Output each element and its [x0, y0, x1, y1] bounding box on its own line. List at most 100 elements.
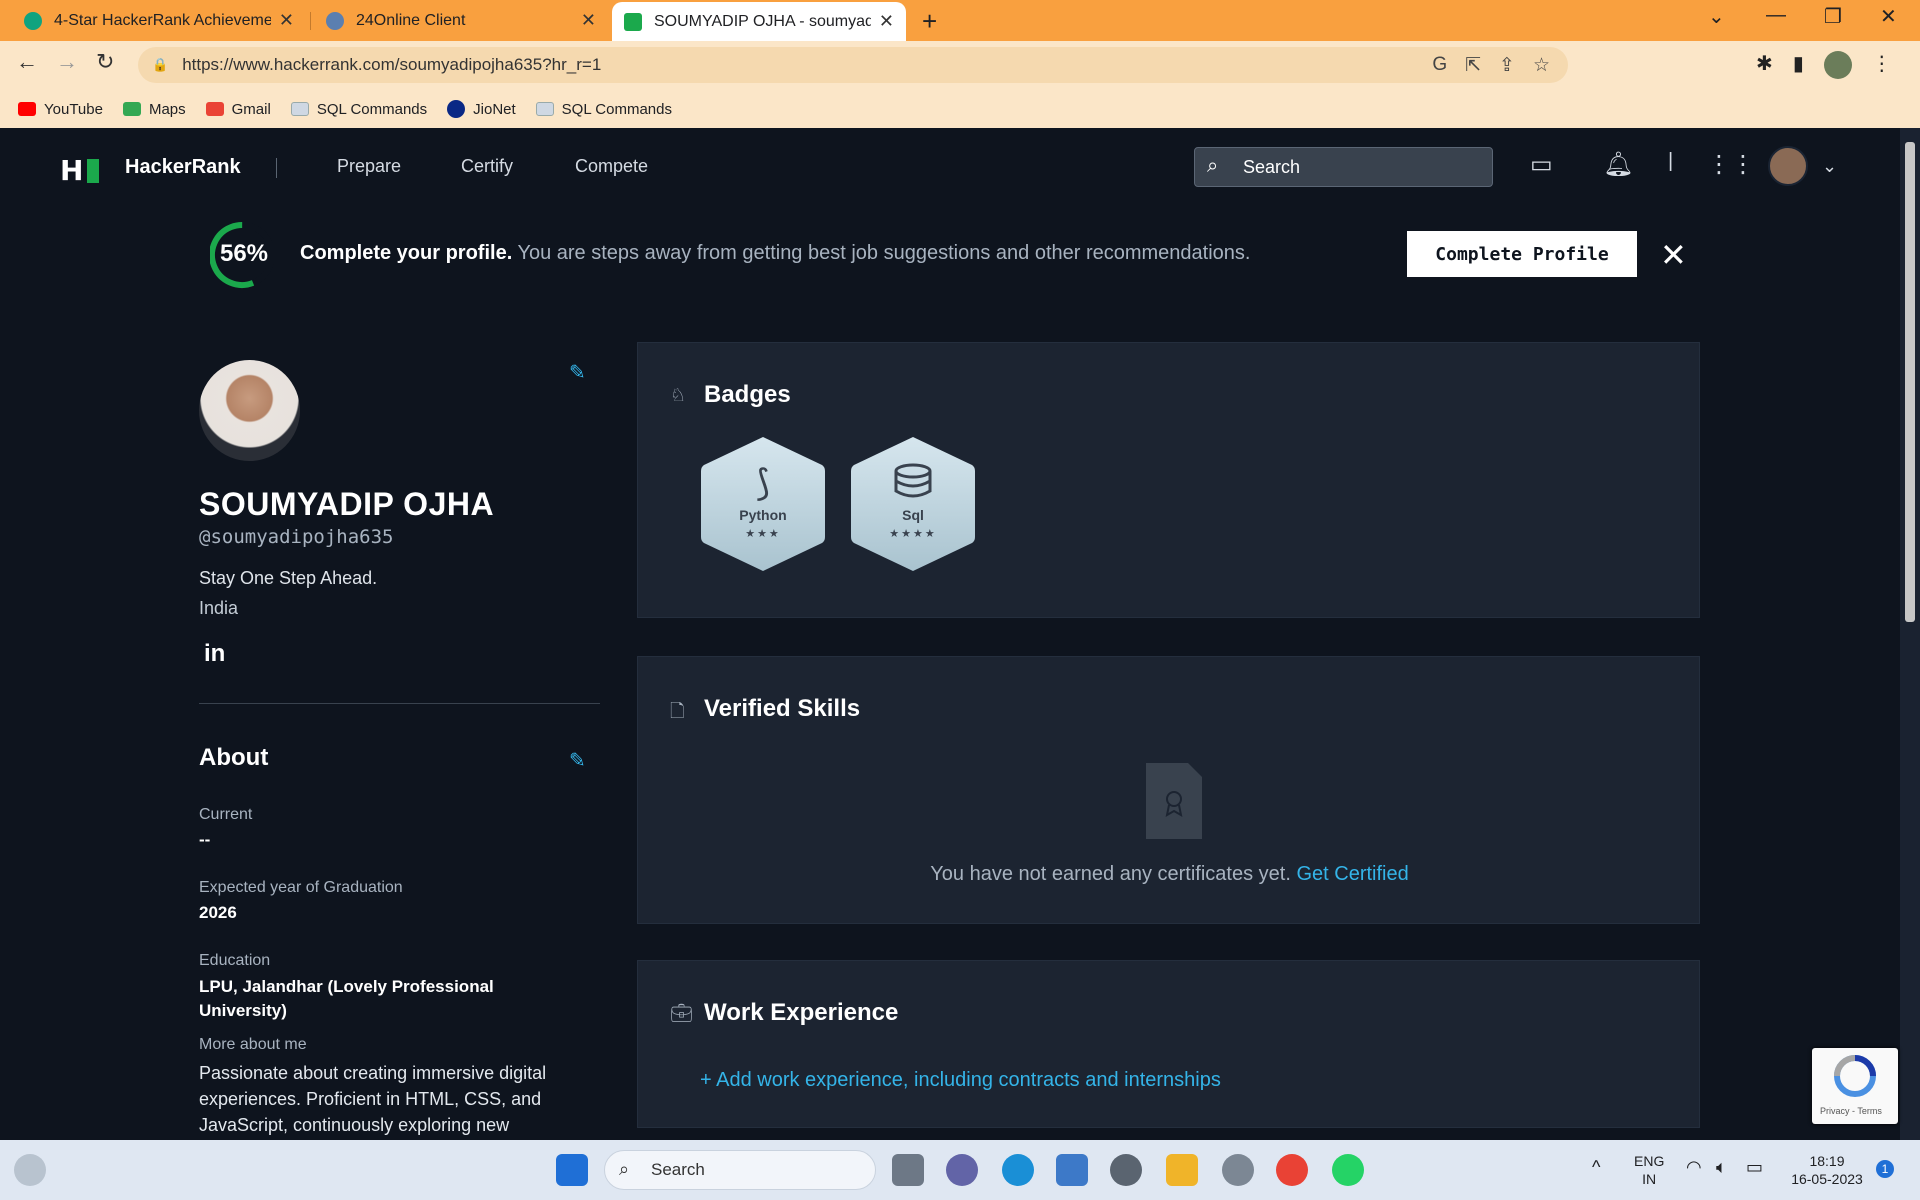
back-icon[interactable]: ← — [16, 49, 38, 75]
edit-profile-icon[interactable]: ✎ — [569, 360, 586, 385]
about-heading: About — [199, 744, 269, 771]
wifi-icon[interactable]: ◠ — [1686, 1158, 1702, 1176]
brand-name[interactable]: HackerRank — [125, 156, 241, 179]
settings-gear-icon[interactable] — [1222, 1154, 1254, 1186]
windows-start-icon[interactable] — [556, 1154, 588, 1186]
page-scrollbar[interactable] — [1900, 128, 1920, 1140]
cloud-icon — [326, 11, 344, 30]
close-tab-icon[interactable]: ✕ — [279, 10, 294, 31]
reload-icon[interactable]: ↻ — [96, 49, 114, 75]
volume-icon[interactable]: 🔈︎ — [1716, 1158, 1727, 1176]
side-panel-icon[interactable]: ▮ — [1793, 51, 1804, 79]
whatsapp-icon[interactable] — [1332, 1154, 1364, 1186]
badge-python[interactable]: ⟆ Python ★★★ — [700, 435, 826, 573]
dell-icon[interactable] — [1110, 1154, 1142, 1186]
badge-stars: ★★★★ — [889, 528, 937, 540]
more-about-text: Passionate about creating immersive digi… — [199, 1063, 547, 1135]
browser-menu-icon[interactable]: ⋮ — [1872, 51, 1892, 79]
scrollbar-thumb[interactable] — [1905, 142, 1915, 622]
browser-tab-1[interactable]: 4-Star HackerRank Achievement ✕ — [12, 0, 306, 41]
tab-title: 24Online Client — [356, 11, 466, 29]
bookmark-label: JioNet — [473, 100, 516, 118]
language-indicator[interactable]: ENG IN — [1634, 1152, 1664, 1188]
site-header: H HackerRank Prepare Certify Compete ⌕ S… — [0, 128, 1900, 204]
document-icon: 🗋︎ — [670, 701, 685, 721]
window-close-icon[interactable]: ✕ — [1880, 4, 1897, 29]
header-divider: | — [1668, 150, 1674, 172]
task-view-icon[interactable] — [892, 1154, 924, 1186]
close-tab-icon[interactable]: ✕ — [879, 11, 894, 32]
page-icon — [535, 102, 554, 116]
briefcase-icon: 💼︎ — [670, 1003, 693, 1023]
notifications-bell-icon[interactable]: 🔔︎ — [1603, 150, 1633, 179]
search-icon: ⌕ — [1207, 155, 1219, 177]
nav-prepare[interactable]: Prepare — [337, 156, 401, 177]
add-work-experience-link[interactable]: + Add work experience, including contrac… — [700, 1069, 1221, 1092]
nav-compete[interactable]: Compete — [575, 156, 648, 177]
bookmark-youtube[interactable]: YouTube — [18, 101, 103, 118]
minimize-icon[interactable]: — — [1766, 4, 1786, 27]
browser-tab-2[interactable]: 24Online Client ✕ — [314, 0, 608, 41]
graduation-label: Expected year of Graduation — [199, 879, 403, 896]
new-tab-icon[interactable]: + — [922, 6, 937, 37]
chevron-down-icon[interactable]: ⌄ — [1822, 156, 1837, 177]
url-text[interactable]: https://www.hackerrank.com/soumyadipojha… — [182, 55, 601, 75]
clock-time: 18:19 — [1809, 1153, 1845, 1169]
jio-icon — [447, 100, 466, 118]
nav-certify[interactable]: Certify — [461, 156, 513, 177]
lang-bottom: IN — [1642, 1171, 1657, 1187]
taskbar-search[interactable]: ⌕ Search — [604, 1150, 876, 1190]
notification-count-badge[interactable]: 1 — [1876, 1160, 1894, 1178]
no-certificates-message: You have not earned any certificates yet… — [638, 863, 1701, 886]
chrome-icon[interactable] — [1276, 1154, 1308, 1186]
bookmark-sql-commands[interactable]: SQL Commands — [290, 101, 427, 118]
url-bar[interactable]: 🔒 https://www.hackerrank.com/soumyadipoj… — [138, 47, 1568, 83]
site-search-input[interactable]: ⌕ Search — [1194, 147, 1493, 187]
messages-icon[interactable]: ▭ — [1530, 150, 1553, 179]
teams-chat-icon[interactable] — [946, 1154, 978, 1186]
taskbar-search-label: Search — [651, 1160, 705, 1179]
forward-icon[interactable]: → — [56, 49, 78, 75]
show-hidden-icons-chevron-icon[interactable]: ^ — [1592, 1158, 1600, 1176]
bookmark-label: SQL Commands — [561, 100, 672, 118]
extensions-icon[interactable]: ✱ — [1756, 51, 1773, 79]
edge-browser-icon[interactable] — [1002, 1154, 1034, 1186]
get-certified-link[interactable]: Get Certified — [1296, 863, 1408, 885]
lock-icon[interactable]: 🔒 — [152, 57, 168, 73]
badge-sql[interactable]: Sql ★★★★ — [850, 435, 976, 573]
browser-tab-3-active[interactable]: SOUMYADIP OJHA - soumyadipo ✕ — [612, 2, 906, 41]
badge-ribbon-icon: ♘ — [670, 385, 687, 405]
complete-profile-button[interactable]: Complete Profile — [1407, 231, 1637, 277]
graduation-value: 2026 — [199, 903, 237, 922]
share-icon[interactable]: ⇪ — [1499, 54, 1515, 77]
bookmark-gmail[interactable]: Gmail — [205, 101, 271, 118]
education-label: Education — [199, 952, 271, 969]
recaptcha-badge[interactable]: Privacy - Terms — [1812, 1048, 1898, 1124]
file-explorer-icon[interactable] — [1166, 1154, 1198, 1186]
bookmark-jionet[interactable]: JioNet — [447, 100, 516, 118]
store-icon[interactable] — [1056, 1154, 1088, 1186]
profile-handle: @soumyadipojha635 — [199, 526, 394, 548]
close-banner-icon[interactable]: ✕ — [1660, 236, 1687, 274]
bookmark-maps[interactable]: Maps — [122, 101, 186, 118]
weather-icon[interactable] — [14, 1154, 46, 1186]
bookmark-star-icon[interactable]: ☆ — [1533, 54, 1550, 77]
google-lens-icon[interactable]: G — [1432, 54, 1447, 77]
restore-icon[interactable]: ❐ — [1824, 4, 1842, 29]
edit-about-icon[interactable]: ✎ — [569, 748, 586, 773]
clock[interactable]: 18:19 16-05-2023 — [1786, 1152, 1868, 1188]
open-in-app-icon[interactable]: ⇱ — [1465, 54, 1481, 77]
browser-profile-avatar[interactable] — [1823, 51, 1852, 79]
user-avatar[interactable] — [1768, 146, 1808, 186]
hackerrank-logo-icon[interactable]: H — [60, 154, 100, 187]
tab-search-chevron-icon[interactable]: ⌄ — [1708, 4, 1725, 29]
battery-icon[interactable]: ▭ — [1746, 1158, 1763, 1176]
linkedin-icon[interactable]: in — [204, 640, 225, 668]
close-tab-icon[interactable]: ✕ — [581, 10, 596, 31]
nav-divider — [276, 158, 277, 178]
apps-grid-icon[interactable]: ⋮⋮ — [1707, 150, 1755, 179]
badge-name: Sql — [902, 507, 924, 523]
recaptcha-text[interactable]: Privacy - Terms — [1820, 1106, 1882, 1116]
lang-top: ENG — [1634, 1153, 1665, 1169]
bookmark-sql-commands-2[interactable]: SQL Commands — [535, 100, 672, 118]
